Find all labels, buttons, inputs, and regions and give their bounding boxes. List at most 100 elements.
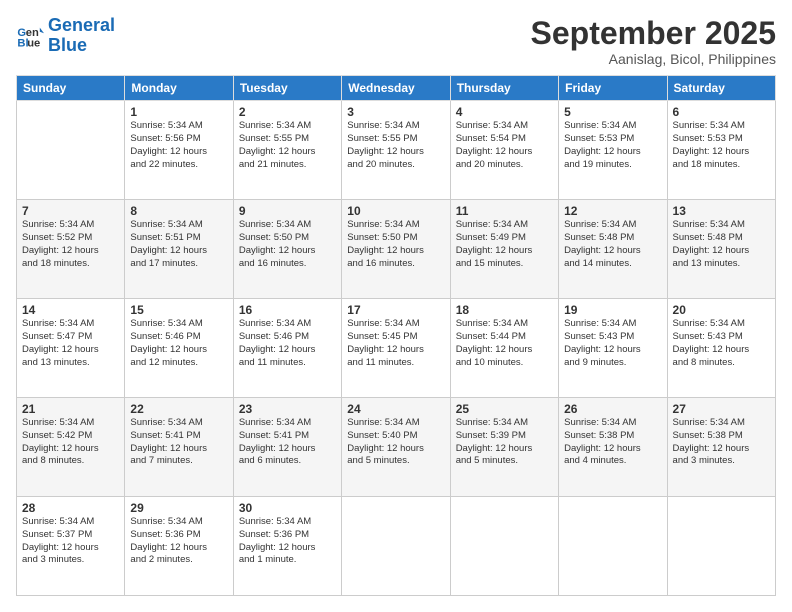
calendar-cell (667, 497, 775, 596)
day-info: Sunrise: 5:34 AMSunset: 5:55 PMDaylight:… (347, 120, 444, 171)
day-number: 25 (456, 402, 553, 416)
page: G en Bl ue GeneralBlue September 2025 Aa… (0, 0, 792, 612)
day-number: 22 (130, 402, 227, 416)
day-number: 14 (22, 303, 119, 317)
day-info: Sunrise: 5:34 AMSunset: 5:41 PMDaylight:… (239, 417, 336, 468)
day-number: 11 (456, 204, 553, 218)
calendar-cell: 20 Sunrise: 5:34 AMSunset: 5:43 PMDaylig… (667, 299, 775, 398)
day-number: 27 (673, 402, 770, 416)
calendar-cell: 9 Sunrise: 5:34 AMSunset: 5:50 PMDayligh… (233, 200, 341, 299)
calendar-cell: 16 Sunrise: 5:34 AMSunset: 5:46 PMDaylig… (233, 299, 341, 398)
day-number: 2 (239, 105, 336, 119)
calendar-cell: 1 Sunrise: 5:34 AMSunset: 5:56 PMDayligh… (125, 101, 233, 200)
calendar-cell: 22 Sunrise: 5:34 AMSunset: 5:41 PMDaylig… (125, 398, 233, 497)
day-number: 19 (564, 303, 661, 317)
day-number: 8 (130, 204, 227, 218)
calendar-header-tuesday: Tuesday (233, 76, 341, 101)
day-info: Sunrise: 5:34 AMSunset: 5:38 PMDaylight:… (564, 417, 661, 468)
day-number: 17 (347, 303, 444, 317)
day-number: 21 (22, 402, 119, 416)
day-info: Sunrise: 5:34 AMSunset: 5:56 PMDaylight:… (130, 120, 227, 171)
day-info: Sunrise: 5:34 AMSunset: 5:53 PMDaylight:… (673, 120, 770, 171)
day-number: 26 (564, 402, 661, 416)
day-info: Sunrise: 5:34 AMSunset: 5:55 PMDaylight:… (239, 120, 336, 171)
header: G en Bl ue GeneralBlue September 2025 Aa… (16, 16, 776, 67)
day-info: Sunrise: 5:34 AMSunset: 5:49 PMDaylight:… (456, 219, 553, 270)
day-info: Sunrise: 5:34 AMSunset: 5:43 PMDaylight:… (564, 318, 661, 369)
day-info: Sunrise: 5:34 AMSunset: 5:51 PMDaylight:… (130, 219, 227, 270)
day-info: Sunrise: 5:34 AMSunset: 5:50 PMDaylight:… (239, 219, 336, 270)
day-info: Sunrise: 5:34 AMSunset: 5:52 PMDaylight:… (22, 219, 119, 270)
day-number: 10 (347, 204, 444, 218)
calendar-cell: 7 Sunrise: 5:34 AMSunset: 5:52 PMDayligh… (17, 200, 125, 299)
calendar-cell: 5 Sunrise: 5:34 AMSunset: 5:53 PMDayligh… (559, 101, 667, 200)
calendar-cell: 30 Sunrise: 5:34 AMSunset: 5:36 PMDaylig… (233, 497, 341, 596)
calendar-header-wednesday: Wednesday (342, 76, 450, 101)
calendar-cell: 25 Sunrise: 5:34 AMSunset: 5:39 PMDaylig… (450, 398, 558, 497)
calendar-cell: 6 Sunrise: 5:34 AMSunset: 5:53 PMDayligh… (667, 101, 775, 200)
day-info: Sunrise: 5:34 AMSunset: 5:43 PMDaylight:… (673, 318, 770, 369)
day-number: 4 (456, 105, 553, 119)
calendar-cell: 24 Sunrise: 5:34 AMSunset: 5:40 PMDaylig… (342, 398, 450, 497)
calendar-cell: 4 Sunrise: 5:34 AMSunset: 5:54 PMDayligh… (450, 101, 558, 200)
calendar-cell: 2 Sunrise: 5:34 AMSunset: 5:55 PMDayligh… (233, 101, 341, 200)
calendar-table: SundayMondayTuesdayWednesdayThursdayFrid… (16, 75, 776, 596)
day-info: Sunrise: 5:34 AMSunset: 5:37 PMDaylight:… (22, 516, 119, 567)
calendar-cell: 3 Sunrise: 5:34 AMSunset: 5:55 PMDayligh… (342, 101, 450, 200)
day-number: 28 (22, 501, 119, 515)
calendar-cell: 26 Sunrise: 5:34 AMSunset: 5:38 PMDaylig… (559, 398, 667, 497)
calendar-cell: 18 Sunrise: 5:34 AMSunset: 5:44 PMDaylig… (450, 299, 558, 398)
day-info: Sunrise: 5:34 AMSunset: 5:44 PMDaylight:… (456, 318, 553, 369)
calendar-cell: 15 Sunrise: 5:34 AMSunset: 5:46 PMDaylig… (125, 299, 233, 398)
calendar-cell: 28 Sunrise: 5:34 AMSunset: 5:37 PMDaylig… (17, 497, 125, 596)
day-info: Sunrise: 5:34 AMSunset: 5:36 PMDaylight:… (239, 516, 336, 567)
day-number: 23 (239, 402, 336, 416)
calendar-header-friday: Friday (559, 76, 667, 101)
calendar-cell: 8 Sunrise: 5:34 AMSunset: 5:51 PMDayligh… (125, 200, 233, 299)
day-number: 16 (239, 303, 336, 317)
day-number: 18 (456, 303, 553, 317)
day-number: 9 (239, 204, 336, 218)
day-info: Sunrise: 5:34 AMSunset: 5:48 PMDaylight:… (673, 219, 770, 270)
calendar-cell: 17 Sunrise: 5:34 AMSunset: 5:45 PMDaylig… (342, 299, 450, 398)
calendar-cell: 12 Sunrise: 5:34 AMSunset: 5:48 PMDaylig… (559, 200, 667, 299)
day-info: Sunrise: 5:34 AMSunset: 5:40 PMDaylight:… (347, 417, 444, 468)
day-info: Sunrise: 5:34 AMSunset: 5:45 PMDaylight:… (347, 318, 444, 369)
calendar-cell: 29 Sunrise: 5:34 AMSunset: 5:36 PMDaylig… (125, 497, 233, 596)
calendar-cell: 11 Sunrise: 5:34 AMSunset: 5:49 PMDaylig… (450, 200, 558, 299)
calendar-cell (342, 497, 450, 596)
day-number: 20 (673, 303, 770, 317)
calendar-cell: 10 Sunrise: 5:34 AMSunset: 5:50 PMDaylig… (342, 200, 450, 299)
day-info: Sunrise: 5:34 AMSunset: 5:46 PMDaylight:… (130, 318, 227, 369)
day-info: Sunrise: 5:34 AMSunset: 5:38 PMDaylight:… (673, 417, 770, 468)
day-number: 1 (130, 105, 227, 119)
day-info: Sunrise: 5:34 AMSunset: 5:47 PMDaylight:… (22, 318, 119, 369)
day-number: 7 (22, 204, 119, 218)
calendar-cell: 13 Sunrise: 5:34 AMSunset: 5:48 PMDaylig… (667, 200, 775, 299)
day-number: 15 (130, 303, 227, 317)
day-number: 24 (347, 402, 444, 416)
day-number: 6 (673, 105, 770, 119)
day-info: Sunrise: 5:34 AMSunset: 5:54 PMDaylight:… (456, 120, 553, 171)
svg-text:ue: ue (27, 37, 40, 49)
calendar-cell (17, 101, 125, 200)
day-number: 30 (239, 501, 336, 515)
day-info: Sunrise: 5:34 AMSunset: 5:46 PMDaylight:… (239, 318, 336, 369)
calendar-cell: 23 Sunrise: 5:34 AMSunset: 5:41 PMDaylig… (233, 398, 341, 497)
day-info: Sunrise: 5:34 AMSunset: 5:48 PMDaylight:… (564, 219, 661, 270)
day-info: Sunrise: 5:34 AMSunset: 5:53 PMDaylight:… (564, 120, 661, 171)
month-title: September 2025 (531, 16, 776, 51)
calendar-header-saturday: Saturday (667, 76, 775, 101)
day-number: 12 (564, 204, 661, 218)
calendar-cell: 21 Sunrise: 5:34 AMSunset: 5:42 PMDaylig… (17, 398, 125, 497)
calendar-header-thursday: Thursday (450, 76, 558, 101)
day-number: 29 (130, 501, 227, 515)
logo-icon: G en Bl ue (16, 22, 44, 50)
day-number: 5 (564, 105, 661, 119)
calendar-cell (559, 497, 667, 596)
calendar-header-monday: Monday (125, 76, 233, 101)
day-info: Sunrise: 5:34 AMSunset: 5:36 PMDaylight:… (130, 516, 227, 567)
title-block: September 2025 Aanislag, Bicol, Philippi… (531, 16, 776, 67)
location-subtitle: Aanislag, Bicol, Philippines (531, 51, 776, 67)
calendar-cell (450, 497, 558, 596)
